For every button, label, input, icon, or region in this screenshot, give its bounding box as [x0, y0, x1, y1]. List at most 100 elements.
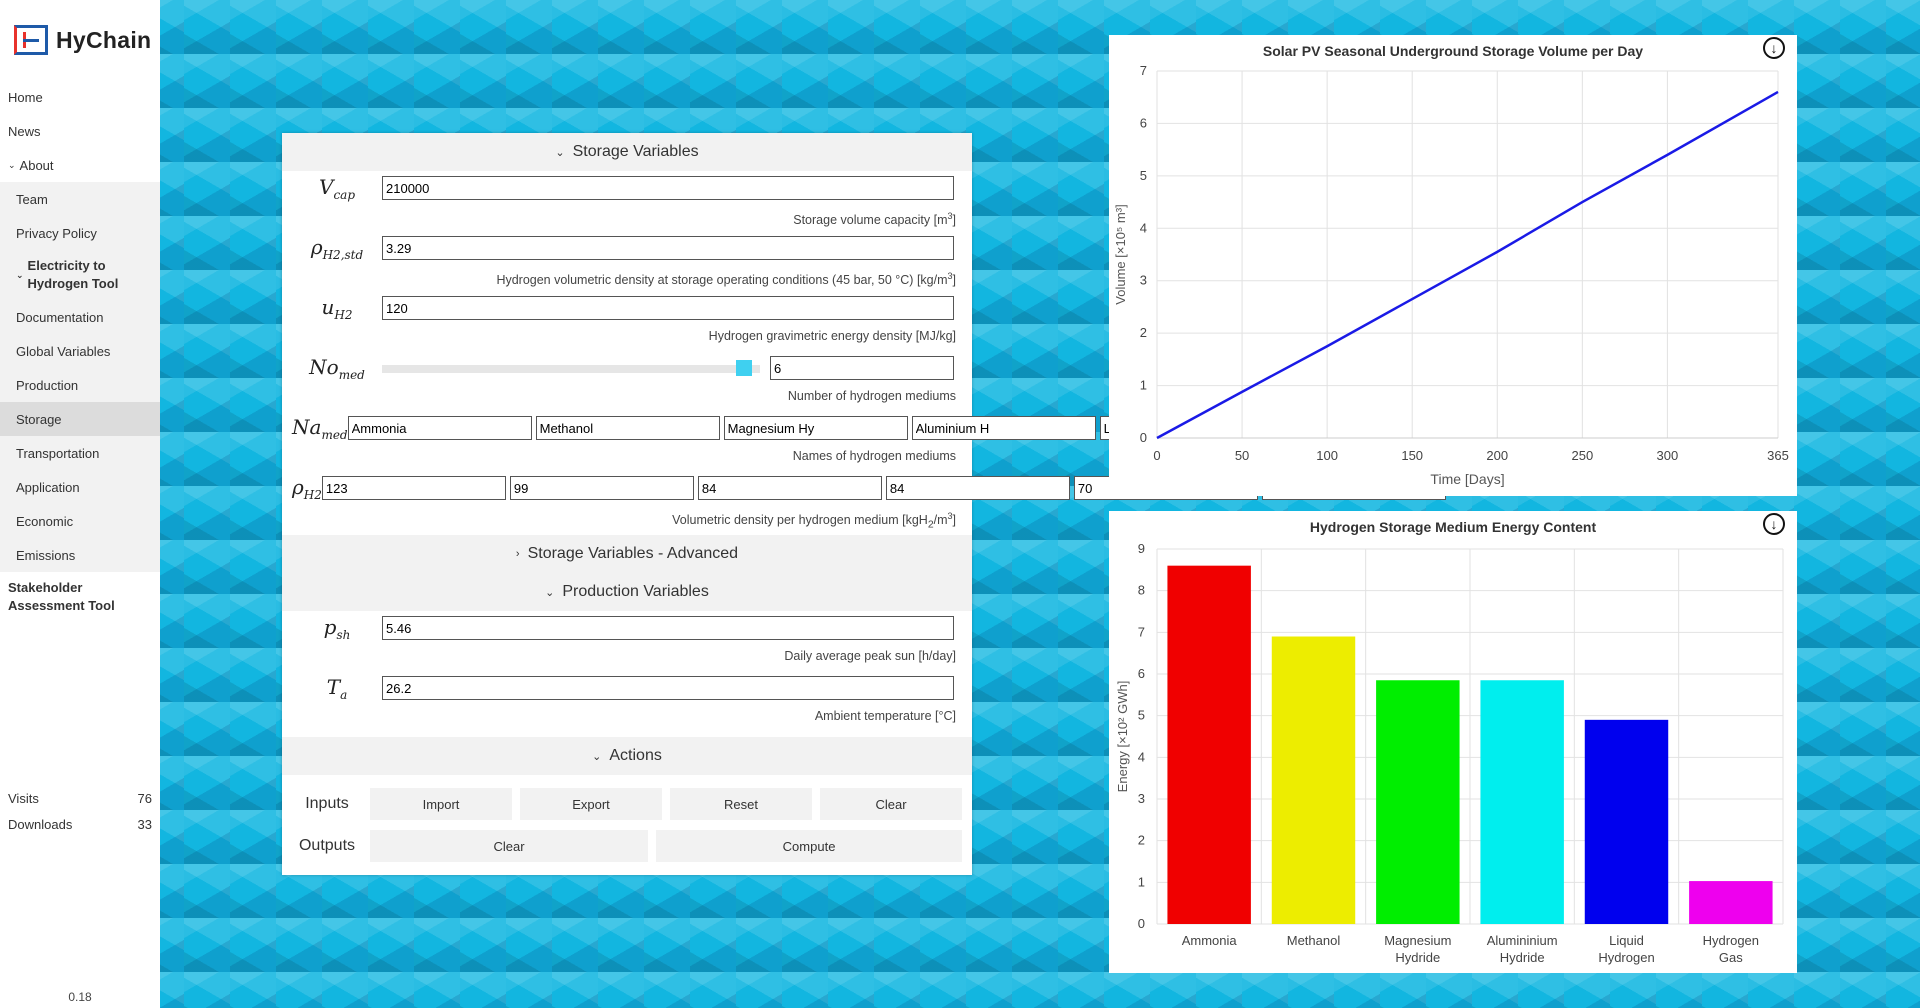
na-med-symbol: Named — [292, 414, 348, 442]
no-med-symbol: Nomed — [309, 354, 365, 382]
actions-header[interactable]: ⌄ Actions — [282, 737, 972, 775]
medium-density-input[interactable] — [509, 476, 694, 500]
sidebar-item-production[interactable]: Production — [0, 368, 160, 402]
storage-variables-title: Storage Variables — [572, 143, 699, 160]
x-tick-label: 0 — [1153, 448, 1160, 463]
sidebar-item-label: Stakeholder Assessment Tool — [8, 580, 115, 613]
clear-inputs-button[interactable]: Clear — [820, 788, 962, 820]
u-h2-description: Hydrogen gravimetric energy density [MJ/… — [708, 329, 956, 343]
sidebar-item-news[interactable]: News — [0, 114, 160, 148]
sidebar-item-economic[interactable]: Economic — [0, 504, 160, 538]
x-axis-label: Time [Days] — [1430, 471, 1504, 487]
rho-h2-std-row: ρH2,std — [282, 231, 972, 265]
sidebar-item-home[interactable]: Home — [0, 80, 160, 114]
v-cap-row: Vcap — [282, 171, 972, 205]
y-tick-label: 1 — [1138, 874, 1145, 889]
slider-track — [382, 365, 760, 373]
download-icon[interactable]: ↓ — [1763, 513, 1785, 535]
x-tick-label: Gas — [1719, 950, 1743, 965]
v-cap-description: Storage volume capacity [m3] — [793, 211, 956, 228]
no-med-input[interactable] — [770, 356, 954, 380]
sidebar-item-storage[interactable]: Storage — [0, 402, 160, 436]
bar-hydrogen-gas — [1689, 881, 1773, 924]
sidebar-item-label: Production — [16, 377, 79, 393]
medium-density-input[interactable] — [321, 476, 506, 500]
volume-chart-title: Solar PV Seasonal Underground Storage Vo… — [1262, 43, 1644, 59]
slider-thumb[interactable] — [736, 360, 752, 376]
sidebar: HyChain Home News ⌄ About Team Privacy Policy… — [0, 0, 160, 1008]
sidebar-item-global-variables[interactable]: Global Variables — [0, 334, 160, 368]
sidebar-item-emissions[interactable]: Emissions — [0, 538, 160, 572]
compute-button[interactable]: Compute — [656, 830, 962, 862]
sidebar-item-documentation[interactable]: Documentation — [0, 300, 160, 334]
import-button[interactable]: Import — [370, 788, 512, 820]
x-tick-label: Magnesium — [1384, 933, 1451, 948]
bar-methanol — [1271, 636, 1356, 924]
u-h2-input[interactable] — [382, 296, 954, 320]
sidebar-item-label: Application — [16, 479, 80, 495]
medium-density-input[interactable] — [885, 476, 1070, 500]
logo[interactable]: HyChain — [0, 0, 160, 80]
y-axis-label: Volume [×10⁵ m³] — [1113, 204, 1128, 304]
y-tick-label: 2 — [1138, 833, 1145, 848]
p-sh-input[interactable] — [382, 616, 954, 640]
actions-title: Actions — [609, 747, 662, 764]
no-med-slider[interactable] — [382, 356, 760, 380]
x-tick-label: 50 — [1235, 448, 1249, 463]
x-tick-label: 300 — [1657, 448, 1679, 463]
sidebar-item-label: Transportation — [16, 445, 100, 461]
medium-name-input[interactable] — [347, 416, 532, 440]
t-a-input[interactable] — [382, 676, 954, 700]
v-cap-input[interactable] — [382, 176, 954, 200]
y-tick-label: 7 — [1140, 63, 1147, 78]
rho-h2-row: ρH2 — [282, 471, 1446, 505]
sidebar-item-label: About — [19, 157, 54, 173]
bar-alumininium-hydride — [1480, 680, 1564, 924]
chevron-down-icon: ⌄ — [592, 750, 602, 763]
chevron-down-icon: ⌄ — [16, 270, 24, 280]
reset-button[interactable]: Reset — [670, 788, 812, 820]
sidebar-item-electricity-to-hydrogen-tool[interactable]: ⌄ Electricity to Hydrogen Tool — [0, 250, 160, 300]
sidebar-item-transportation[interactable]: Transportation — [0, 436, 160, 470]
medium-name-input[interactable] — [723, 416, 908, 440]
chevron-right-icon: › — [515, 548, 520, 560]
bar-ammonia — [1167, 565, 1251, 924]
x-tick-label: Hydrogen — [1598, 950, 1654, 965]
na-med-description: Names of hydrogen mediums — [792, 449, 956, 463]
clear-outputs-button[interactable]: Clear — [370, 830, 649, 862]
na-med-row: Named — [282, 411, 1472, 445]
t-a-description: Ambient temperature [°C] — [814, 709, 956, 723]
t-a-symbol: Ta — [326, 674, 348, 702]
volume-line-chart: 0 50 100 150 200 250 300 365 0 1 2 3 4 5 6 7 Time [Days]… — [1113, 63, 1789, 487]
export-button[interactable]: Export — [520, 788, 662, 820]
medium-density-input[interactable] — [697, 476, 882, 500]
sidebar-item-application[interactable]: Application — [0, 470, 160, 504]
sidebar-item-team[interactable]: Team — [0, 182, 160, 216]
rho-h2-std-input[interactable] — [382, 236, 954, 260]
inputs-actions-row: Inputs Import Export Reset Clear — [292, 783, 962, 825]
x-tick-label: Alumininium — [1487, 933, 1558, 948]
p-sh-row: psh — [282, 611, 972, 645]
sidebar-item-privacy-policy[interactable]: Privacy Policy — [0, 216, 160, 250]
x-tick-label: Methanol — [1287, 933, 1341, 948]
sidebar-item-label: Electricity to Hydrogen Tool — [27, 258, 119, 291]
medium-name-input[interactable] — [911, 416, 1096, 440]
production-variables-title: Production Variables — [562, 583, 709, 600]
outputs-actions-row: Outputs Clear Compute — [292, 825, 962, 867]
y-tick-label: 6 — [1138, 666, 1145, 681]
medium-name-input[interactable] — [535, 416, 720, 440]
sidebar-item-stakeholder-assessment-tool[interactable]: Stakeholder Assessment Tool — [0, 572, 160, 622]
download-icon[interactable]: ↓ — [1763, 37, 1785, 59]
x-tick-label: Ammonia — [1182, 933, 1238, 948]
visits-label: Visits — [8, 790, 39, 806]
y-tick-label: 5 — [1140, 168, 1147, 183]
storage-variables-header[interactable]: ⌄ Storage Variables — [282, 133, 972, 171]
x-tick-label: Hydride — [1395, 950, 1440, 965]
storage-advanced-header[interactable]: › Storage Variables - Advanced — [282, 535, 972, 573]
y-tick-label: 9 — [1138, 541, 1145, 556]
y-tick-label: 0 — [1138, 916, 1145, 931]
production-variables-header[interactable]: ⌄ Production Variables — [282, 573, 972, 611]
app-name: HyChain — [56, 26, 152, 53]
sidebar-item-about[interactable]: ⌄ About — [0, 148, 160, 182]
x-tick-label: Hydride — [1500, 950, 1545, 965]
